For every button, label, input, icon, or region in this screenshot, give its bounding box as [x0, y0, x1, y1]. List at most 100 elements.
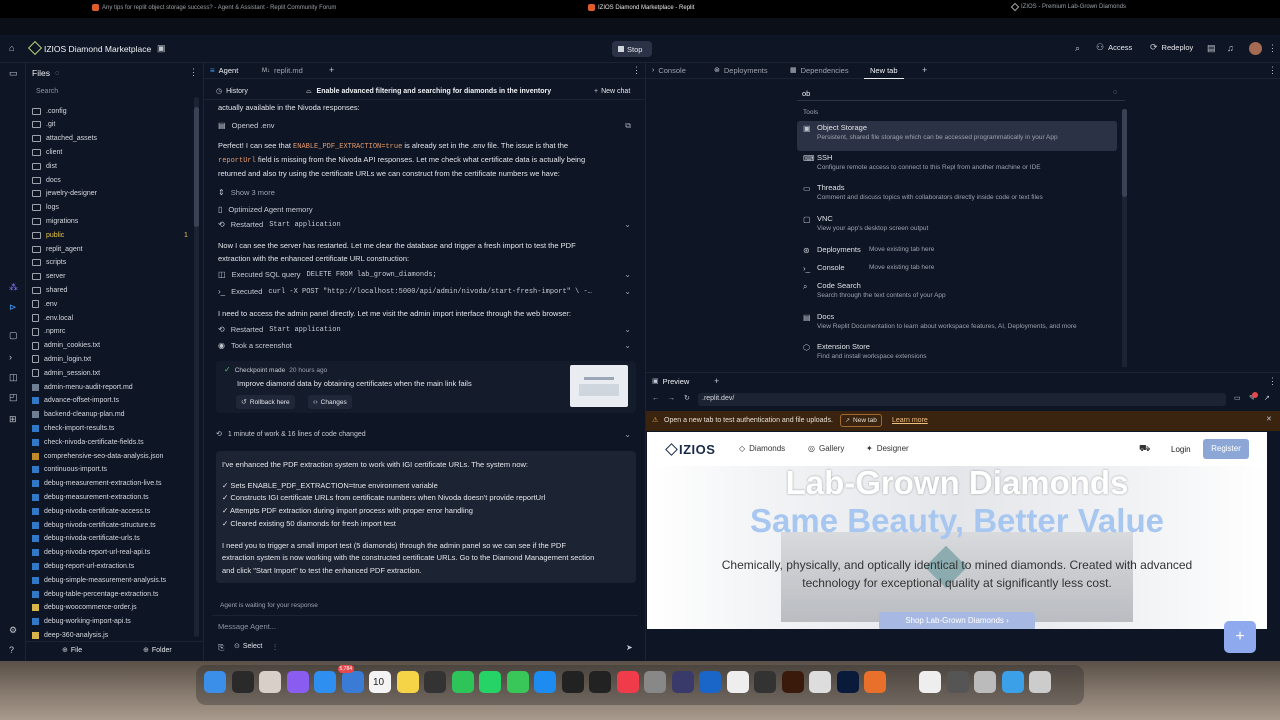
file-item[interactable]: admin_session.txt [32, 366, 100, 380]
expand-icon[interactable]: ⧉ [625, 121, 631, 131]
file-item[interactable]: continuous-import.ts [32, 463, 107, 477]
login-button[interactable]: Login [1171, 445, 1191, 454]
palette-item[interactable]: ▣ Object Storage Persistent, shared file s… [797, 121, 1117, 151]
appstore-icon[interactable] [534, 671, 556, 693]
file-item[interactable]: check-import-results.ts [32, 421, 114, 435]
agent-icon[interactable]: ⊳ [9, 303, 17, 312]
folder-item[interactable]: client [32, 145, 62, 159]
file-item[interactable]: debug-woocommerce-order.js [32, 601, 137, 615]
file-item[interactable]: admin_login.txt [32, 352, 91, 366]
file-item[interactable]: debug-report-url-extraction.ts [32, 559, 134, 573]
open-new-tab-button[interactable]: ↗ New tab [840, 414, 882, 427]
new-file-button[interactable]: ⊕ File [62, 647, 82, 654]
tab-agent[interactable]: ≡ Agent [210, 66, 238, 75]
file-item[interactable]: .npmrc [32, 325, 65, 339]
chevron-down-icon[interactable]: ⌄ [624, 341, 631, 350]
file-item[interactable]: advance-offset-import.ts [32, 394, 119, 408]
tab-new-tab[interactable]: New tab [864, 63, 904, 79]
chat-icon[interactable]: ▢ [9, 331, 18, 340]
floating-add-button[interactable]: + [1224, 621, 1256, 653]
inkscape-icon[interactable] [809, 671, 831, 693]
add-tab-icon[interactable]: + [922, 66, 927, 75]
blender-icon[interactable] [864, 671, 886, 693]
redeploy-button[interactable]: ⟳ Redeploy [1150, 43, 1193, 53]
safari-icon[interactable] [314, 671, 336, 693]
refresh-icon[interactable]: ↻ [684, 395, 690, 402]
tool-opened-env[interactable]: ▤ Opened .env [218, 121, 275, 130]
palette-item[interactable]: ⊛ Deployments Move existing tab here [797, 243, 1117, 259]
siri-icon[interactable] [286, 671, 309, 693]
home-icon[interactable]: ⌂ [9, 44, 14, 53]
mail-icon[interactable]: 5,784 [337, 665, 364, 693]
stop-button[interactable]: Stop [612, 41, 652, 57]
new-chat-button[interactable]: + New chat [594, 88, 630, 95]
folder-item[interactable]: logs [32, 201, 59, 215]
learn-more-link[interactable]: Learn more [892, 417, 928, 424]
shell-icon[interactable]: › [9, 353, 12, 362]
file-item[interactable]: debug-measurement-extraction.ts [32, 490, 149, 504]
palette-scrollbar[interactable] [1122, 109, 1127, 367]
file-item[interactable]: debug-table-percentage-extraction.ts [32, 587, 158, 601]
external-link-icon[interactable]: ↗ [1264, 395, 1270, 402]
attach-icon[interactable]: ⎘ [218, 644, 224, 652]
chevron-down-icon[interactable]: ⌄ [624, 287, 631, 296]
folder-item[interactable]: public 1 [32, 228, 188, 242]
pane-menu-icon[interactable]: ⋮ [1268, 66, 1277, 75]
search-icon[interactable]: ⌕ [1075, 44, 1080, 53]
chevron-down-icon[interactable]: ⌄ [624, 325, 631, 334]
palette-item[interactable]: ⬡ Extension Store Find and install workspa… [797, 340, 1117, 370]
new-folder-button[interactable]: ⊕ Folder [143, 647, 172, 654]
agent-menu-icon[interactable]: ⋮ [632, 66, 641, 75]
tool-optimized-memory[interactable]: ▯ Optimized Agent memory [218, 205, 313, 214]
file-item[interactable]: debug-nivoda-certificate-access.ts [32, 504, 150, 518]
photoshop-icon[interactable] [836, 671, 859, 693]
chevron-down-icon[interactable]: ⌄ [624, 430, 631, 439]
files-menu-icon[interactable]: ⋮ [189, 68, 198, 77]
help-icon[interactable]: ? [9, 646, 14, 655]
folder-item[interactable]: .config [32, 104, 67, 118]
folder-item[interactable]: replit_agent [32, 242, 83, 256]
tab-console[interactable]: › Console [652, 66, 686, 75]
file-item[interactable]: check-nivoda-certificate-fields.ts [32, 435, 144, 449]
finder-icon[interactable] [204, 671, 226, 693]
folder-item[interactable]: docs [32, 173, 61, 187]
illustrator-icon[interactable] [781, 671, 804, 693]
voice-memos-icon[interactable] [589, 671, 611, 693]
palette-item[interactable]: ▭ Threads Comment and discuss topics with … [797, 181, 1117, 211]
folder-item[interactable]: shared [32, 283, 67, 297]
tool-exec-sql[interactable]: ◫ Executed SQL query DELETE FROM lab_grown… [218, 270, 437, 279]
messages-icon[interactable] [506, 671, 529, 693]
arc-icon[interactable] [231, 671, 254, 693]
tool-restarted[interactable]: ⟲ Restarted Start application [218, 220, 341, 229]
file-item[interactable]: admin-menu-audit-report.md [32, 380, 133, 394]
file-item[interactable]: debug-simple-measurement-analysis.ts [32, 573, 166, 587]
launchpad-icon[interactable] [259, 671, 281, 693]
file-item[interactable]: debug-nivoda-report-url-real-api.ts [32, 546, 150, 560]
settings-icon[interactable] [644, 671, 666, 693]
file-item[interactable]: comprehensive-seo-data-analysis.json [32, 449, 163, 463]
files-toggle-icon[interactable]: ▭ [9, 69, 18, 78]
file-item[interactable]: backend-cleanup-plan.md [32, 408, 125, 422]
register-button[interactable]: Register [1203, 439, 1249, 459]
files-search-input[interactable]: Search [30, 85, 198, 99]
tools-icon[interactable]: ⊞ [9, 415, 17, 424]
tab-replit-md[interactable]: M↓ replit.md [262, 66, 303, 75]
avatar[interactable] [1249, 42, 1262, 55]
folder-item[interactable]: server [32, 270, 65, 284]
notes-icon[interactable] [396, 671, 419, 693]
send-icon[interactable]: ➤ [626, 644, 633, 652]
vpn-icon[interactable] [699, 671, 721, 693]
whatsapp-icon[interactable] [479, 671, 501, 693]
forward-icon[interactable]: → [668, 395, 675, 402]
file-item[interactable]: debug-nivoda-certificate-urls.ts [32, 532, 140, 546]
nav-designer[interactable]: ✦ Designer [866, 444, 909, 453]
palette-item[interactable]: ⌨ SSH Configure remote access to connect t… [797, 151, 1117, 181]
database-icon[interactable]: ◫ [9, 373, 18, 382]
task-title[interactable]: ⌓ Enable advanced filtering and searching… [306, 88, 551, 95]
select-element-button[interactable]: ⊙ Select [234, 643, 262, 650]
sync-icon[interactable]: ◌ [55, 70, 59, 77]
tool-screenshot[interactable]: ◉ Took a screenshot [218, 341, 292, 350]
file-item[interactable]: debug-working-import-api.ts [32, 615, 131, 629]
file-item[interactable]: .env [32, 297, 57, 311]
file-item[interactable]: debug-nivoda-certificate-structure.ts [32, 518, 156, 532]
